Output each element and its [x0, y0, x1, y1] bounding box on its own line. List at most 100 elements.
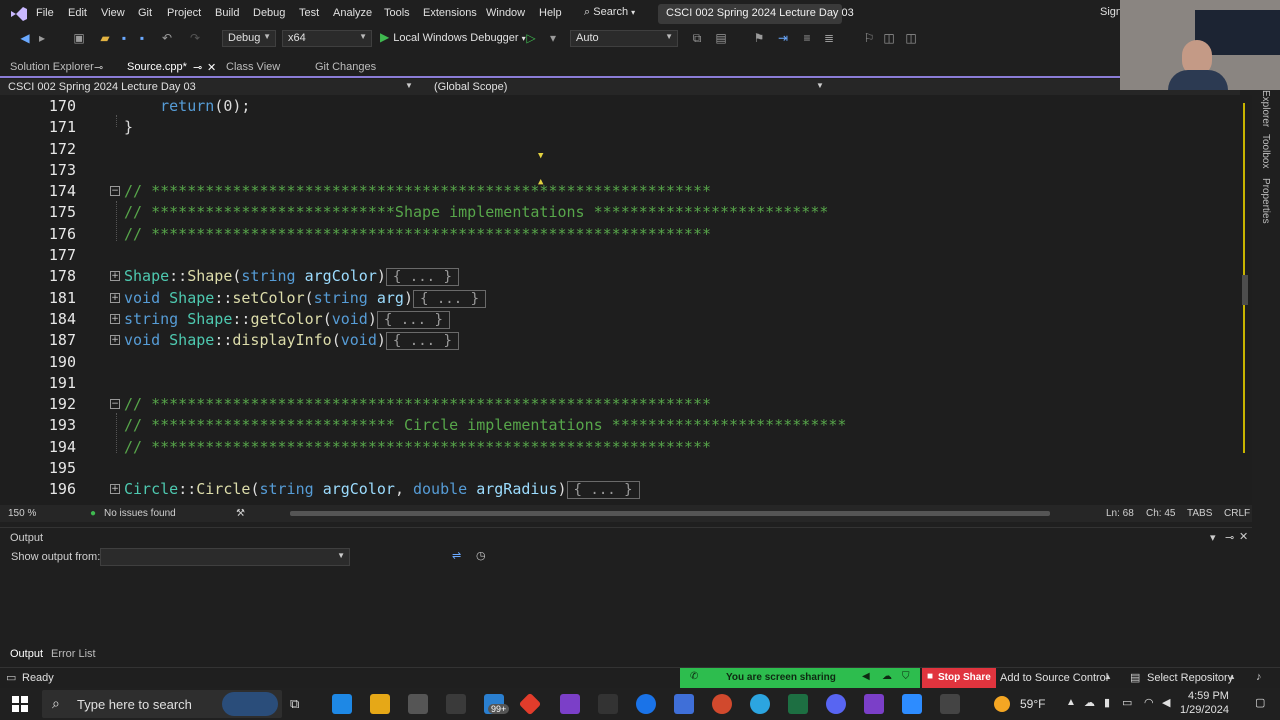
- comment-line[interactable]: // *************************************…: [124, 225, 711, 243]
- sign-in-link[interactable]: Sign: [1100, 6, 1122, 18]
- visual-studio-logo-icon[interactable]: [10, 6, 28, 22]
- comment-line[interactable]: // *************************** Circle im…: [124, 416, 846, 434]
- select-repository[interactable]: Select Repository: [1147, 672, 1233, 684]
- new-project-icon[interactable]: ▣: [72, 31, 86, 45]
- tool-icon-4[interactable]: ⇥: [776, 31, 790, 45]
- local-windows-debugger-button[interactable]: ▶ Local Windows Debugger ▾: [380, 30, 526, 44]
- save-all-icon[interactable]: ▪: [135, 31, 149, 45]
- tabs-indicator[interactable]: TABS: [1187, 508, 1212, 519]
- back-icon[interactable]: ◀: [18, 31, 32, 45]
- collapsed-block[interactable]: { ... }: [385, 268, 459, 286]
- excel-icon[interactable]: [788, 694, 808, 714]
- tool-icon-1[interactable]: ⧉: [690, 31, 704, 45]
- save-icon[interactable]: ▪: [117, 31, 131, 45]
- shield-icon[interactable]: ⛉: [902, 671, 910, 682]
- word-wrap-icon[interactable]: ⇌: [452, 549, 461, 562]
- cube-app-icon[interactable]: [446, 694, 466, 714]
- stop-share-button[interactable]: ■ Stop Share: [922, 668, 996, 688]
- code-line[interactable]: return(0);: [124, 97, 250, 115]
- pin-icon[interactable]: ⊸: [1225, 531, 1234, 544]
- open-folder-icon[interactable]: ▰: [98, 31, 112, 45]
- collapse-icon[interactable]: −: [110, 186, 120, 196]
- chrome-icon[interactable]: [636, 694, 656, 714]
- comment-line[interactable]: // *************************************…: [124, 395, 711, 413]
- expand-icon[interactable]: +: [110, 335, 120, 345]
- app-icon-4[interactable]: [712, 694, 732, 714]
- volume-icon[interactable]: ◀: [1162, 696, 1170, 709]
- menu-analyze[interactable]: Analyze: [333, 7, 372, 19]
- brush-icon[interactable]: ⚒: [236, 508, 245, 519]
- collapsed-block[interactable]: { ... }: [566, 481, 640, 499]
- visual-studio-active-icon[interactable]: [864, 694, 884, 714]
- chevron-down-icon[interactable]: ▼: [405, 81, 413, 90]
- chevron-down-icon[interactable]: ▾: [1210, 531, 1216, 544]
- tool-icon-6[interactable]: ≣: [822, 31, 836, 45]
- weather-temp[interactable]: 59°F: [1020, 697, 1045, 711]
- menu-project[interactable]: Project: [167, 7, 201, 19]
- windows-start-icon[interactable]: [12, 696, 28, 712]
- pin-icon[interactable]: ⊸: [94, 61, 103, 74]
- code-line[interactable]: }: [124, 118, 133, 136]
- expand-icon[interactable]: +: [110, 484, 120, 494]
- task-view-icon[interactable]: ⧉: [290, 696, 299, 712]
- issues-status[interactable]: No issues found: [104, 508, 176, 519]
- menu-view[interactable]: View: [101, 7, 125, 19]
- visual-studio-icon[interactable]: [560, 694, 580, 714]
- file-explorer-icon[interactable]: [370, 694, 390, 714]
- auto-dropdown[interactable]: Auto ▼: [570, 30, 678, 47]
- chevron-down-icon[interactable]: ▾: [546, 31, 560, 45]
- wifi-icon[interactable]: ◠: [1144, 696, 1154, 709]
- project-dropdown[interactable]: CSCI 002 Spring 2024 Lecture Day 03: [8, 81, 196, 93]
- cloud-icon[interactable]: ☁: [882, 671, 892, 682]
- code-line[interactable]: Circle::Circle(string argColor, double a…: [124, 480, 640, 499]
- taskbar-search-box[interactable]: ⌕ Type here to search: [42, 690, 282, 718]
- app-icon-3[interactable]: [674, 694, 694, 714]
- forward-icon[interactable]: ▸: [35, 31, 49, 45]
- redo-icon[interactable]: ↷: [188, 31, 202, 45]
- tool-icon-7[interactable]: ◫: [882, 31, 896, 45]
- menu-edit[interactable]: Edit: [68, 7, 87, 19]
- clock-time[interactable]: 4:59 PM: [1188, 690, 1229, 702]
- expand-icon[interactable]: +: [110, 271, 120, 281]
- store-app-icon[interactable]: [332, 694, 352, 714]
- close-icon[interactable]: ✕: [1239, 530, 1248, 543]
- comment-line[interactable]: // ***************************Shape impl…: [124, 203, 828, 221]
- tab-toolbox[interactable]: Toolbox: [1260, 134, 1271, 168]
- bookmark-icon[interactable]: ⚐: [862, 31, 876, 45]
- clock-icon[interactable]: ◷: [476, 549, 486, 562]
- menu-extensions[interactable]: Extensions: [423, 7, 477, 19]
- undo-icon[interactable]: ↶: [160, 31, 174, 45]
- scroll-thumb[interactable]: [1242, 275, 1248, 305]
- menu-file[interactable]: File: [36, 7, 54, 19]
- platform-dropdown[interactable]: x64 ▼: [282, 30, 372, 47]
- close-icon[interactable]: ✕: [207, 61, 216, 74]
- expand-icon[interactable]: +: [110, 314, 120, 324]
- eol-indicator[interactable]: CRLF: [1224, 508, 1250, 519]
- expand-icon[interactable]: +: [110, 293, 120, 303]
- menu-window[interactable]: Window: [486, 7, 525, 19]
- app-icon-2[interactable]: [598, 694, 618, 714]
- chevron-up-icon[interactable]: ▲: [1066, 697, 1076, 708]
- code-line[interactable]: void Shape::displayInfo(void){ ... }: [124, 331, 459, 350]
- menu-build[interactable]: Build: [215, 7, 239, 19]
- tab-class-view[interactable]: Class View: [226, 61, 280, 73]
- bell-icon[interactable]: ♪: [1256, 671, 1262, 683]
- pin-icon[interactable]: ⊸: [193, 61, 202, 74]
- app-icon-5[interactable]: [940, 694, 960, 714]
- zoom-level[interactable]: 150 %: [8, 508, 36, 519]
- app-icon[interactable]: [408, 694, 428, 714]
- menu-tools[interactable]: Tools: [384, 7, 410, 19]
- tab-source-cpp[interactable]: Source.cpp*: [127, 61, 187, 73]
- git-app-icon[interactable]: [518, 692, 542, 716]
- menu-git[interactable]: Git: [138, 7, 152, 19]
- comment-line[interactable]: // *************************************…: [124, 182, 711, 200]
- tab-properties[interactable]: Properties: [1260, 178, 1271, 224]
- tab-git-changes[interactable]: Git Changes: [315, 61, 376, 73]
- tab-output[interactable]: Output: [10, 648, 43, 660]
- tab-error-list[interactable]: Error List: [51, 648, 96, 660]
- collapsed-block[interactable]: { ... }: [376, 311, 450, 329]
- collapsed-block[interactable]: { ... }: [385, 332, 459, 350]
- code-line[interactable]: Shape::Shape(string argColor){ ... }: [124, 267, 459, 286]
- tool-icon-2[interactable]: ▤: [714, 31, 728, 45]
- search-button[interactable]: ⌕ Search ▾: [584, 6, 635, 19]
